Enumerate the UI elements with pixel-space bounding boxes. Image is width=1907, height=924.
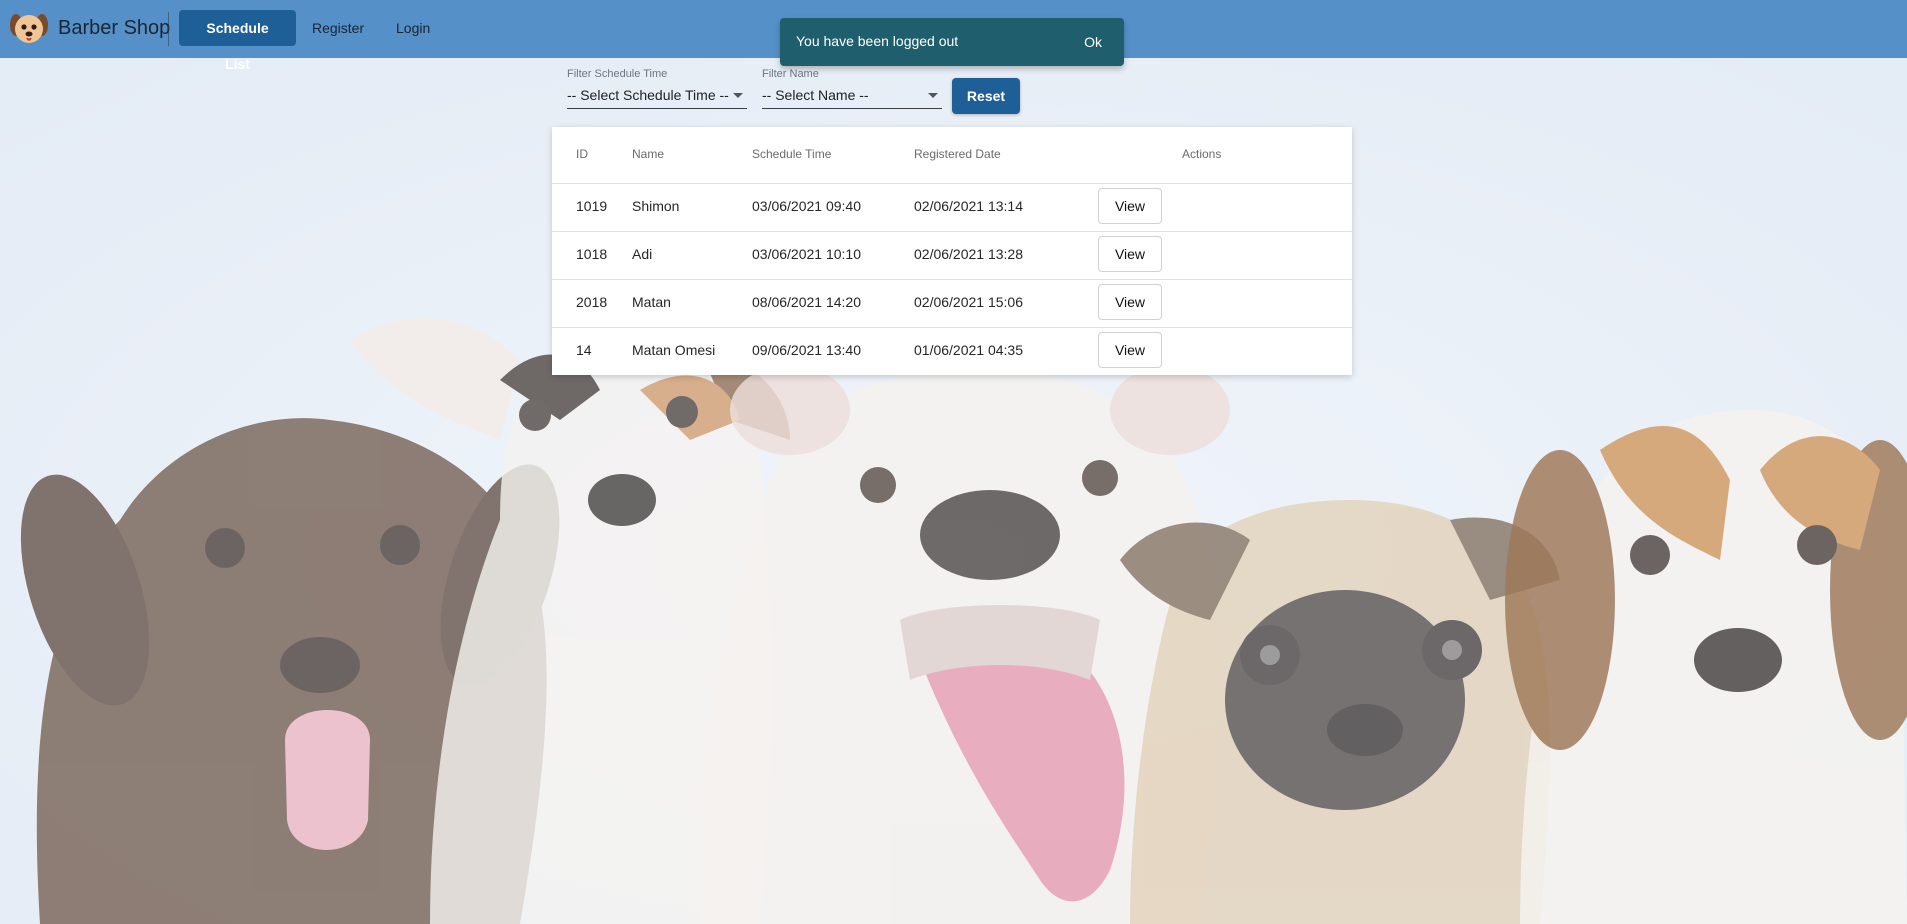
cell-name: Adi (632, 246, 653, 262)
view-button[interactable]: View (1098, 236, 1162, 272)
column-header-actions: Actions (1182, 147, 1222, 161)
table-row: 2018 Matan 08/06/2021 14:20 02/06/2021 1… (552, 279, 1352, 328)
view-button[interactable]: View (1098, 284, 1162, 320)
column-header-id: ID (576, 147, 588, 161)
dropdown-arrow-icon (733, 93, 743, 98)
cell-id: 2018 (576, 294, 608, 310)
cell-id: 1019 (576, 198, 608, 214)
schedule-table: ID Name Schedule Time Registered Date Ac… (552, 127, 1352, 375)
cell-schedule-time: 03/06/2021 09:40 (752, 198, 861, 214)
cell-registered-date: 02/06/2021 13:14 (914, 198, 1023, 214)
logout-snackbar: You have been logged out Ok (780, 18, 1124, 66)
table-row: 14 Matan Omesi 09/06/2021 13:40 01/06/20… (552, 327, 1352, 375)
cell-id: 14 (576, 342, 592, 358)
reset-button[interactable]: Reset (952, 78, 1020, 114)
nav-register-button[interactable]: Register (296, 10, 380, 46)
brand[interactable]: Barber Shop (8, 8, 170, 48)
view-button[interactable]: View (1098, 332, 1162, 368)
schedule-time-select[interactable]: -- Select Schedule Time -- (567, 84, 747, 109)
dropdown-arrow-icon (928, 93, 938, 98)
cell-schedule-time: 03/06/2021 10:10 (752, 246, 861, 262)
filter-schedule-time-label: Filter Schedule Time (567, 68, 668, 80)
column-header-registered-date: Registered Date (914, 147, 1001, 161)
filter-schedule-time: Filter Schedule Time -- Select Schedule … (567, 68, 747, 110)
brand-divider (168, 12, 169, 46)
cell-registered-date: 01/06/2021 04:35 (914, 342, 1023, 358)
cell-name: Matan (632, 294, 671, 310)
filter-name: Filter Name -- Select Name -- (762, 68, 942, 110)
table-row: 1019 Shimon 03/06/2021 09:40 02/06/2021 … (552, 183, 1352, 232)
view-button[interactable]: View (1098, 188, 1162, 224)
name-select[interactable]: -- Select Name -- (762, 84, 942, 109)
snackbar-ok-button[interactable]: Ok (1072, 26, 1114, 58)
nav-schedule-list-button[interactable]: Schedule List (179, 10, 296, 72)
schedule-time-select-value: -- Select Schedule Time -- (567, 87, 729, 103)
column-header-schedule-time: Schedule Time (752, 147, 832, 161)
cell-registered-date: 02/06/2021 15:06 (914, 294, 1023, 310)
filter-name-label: Filter Name (762, 68, 819, 80)
nav-login-button[interactable]: Login (380, 10, 446, 46)
table-row: 1018 Adi 03/06/2021 10:10 02/06/2021 13:… (552, 231, 1352, 280)
column-header-name: Name (632, 147, 665, 161)
table-header: ID Name Schedule Time Registered Date Ac… (552, 127, 1352, 184)
name-select-value: -- Select Name -- (762, 87, 869, 103)
brand-name: Barber Shop (58, 16, 171, 39)
snackbar-message: You have been logged out (796, 33, 959, 49)
dog-logo-icon (10, 14, 48, 43)
cell-name: Matan Omesi (632, 342, 716, 358)
cell-schedule-time: 08/06/2021 14:20 (752, 294, 861, 310)
cell-schedule-time: 09/06/2021 13:40 (752, 342, 861, 358)
cell-name: Shimon (632, 198, 680, 214)
cell-registered-date: 02/06/2021 13:28 (914, 246, 1023, 262)
cell-id: 1018 (576, 246, 608, 262)
